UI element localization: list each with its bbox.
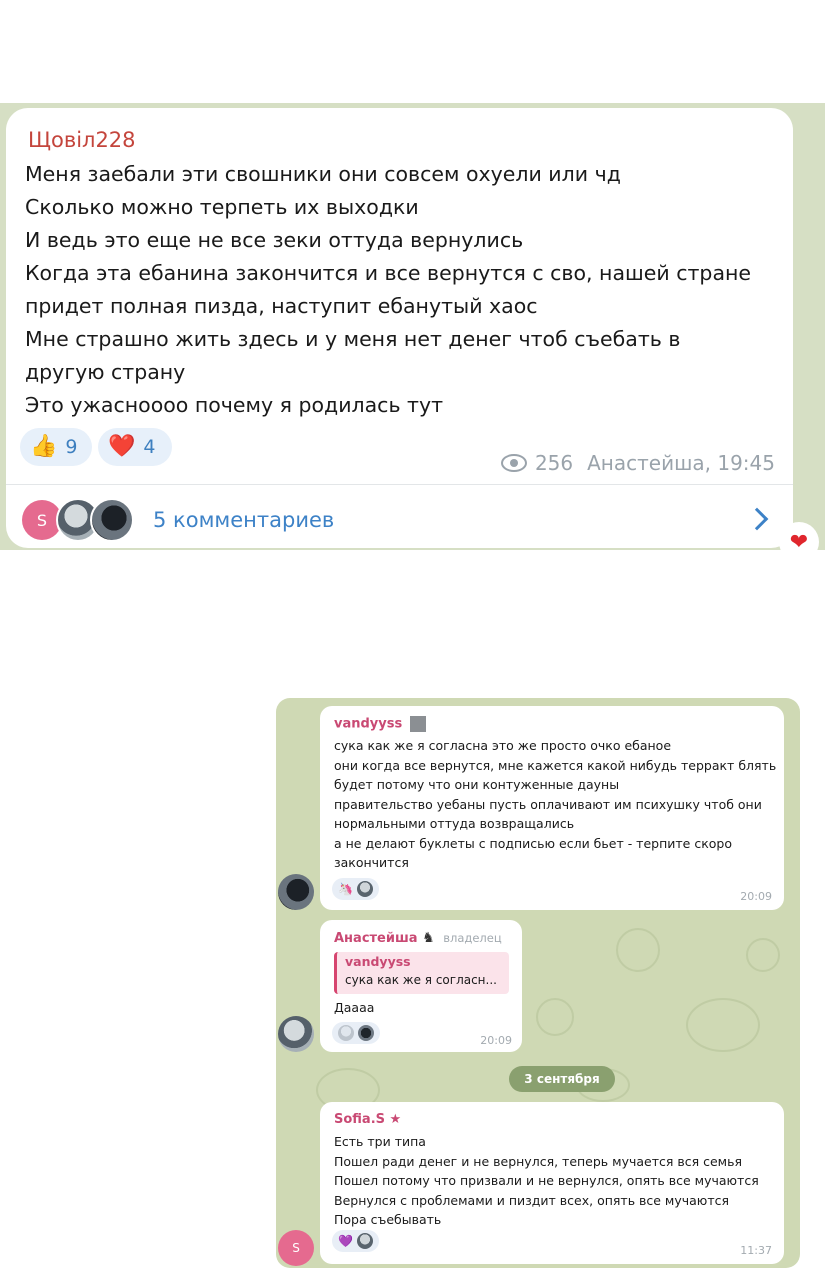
message-author[interactable]: vandyyss xyxy=(334,716,426,732)
unicorn-icon: 🦄 xyxy=(338,882,353,896)
owner-badge: владелец xyxy=(443,931,502,945)
message-line: правительство уебаны пусть оплачивают им… xyxy=(334,796,762,812)
post-line: другую страну xyxy=(25,360,186,384)
background-doodle xyxy=(686,998,760,1052)
message-reaction[interactable]: 🦄 xyxy=(332,878,379,900)
avatar[interactable]: S xyxy=(278,1230,314,1266)
message-line: нормальными оттуда возвращались xyxy=(334,816,575,831)
message-author-name: Анастейша xyxy=(334,931,418,946)
message-line: закончится xyxy=(334,855,409,870)
post-author[interactable]: Щовіл228 xyxy=(28,128,136,152)
reply-quote[interactable]: vandyyss сука как же я согласн... xyxy=(334,952,509,994)
avatar[interactable] xyxy=(278,874,314,910)
reactor-avatar xyxy=(356,1233,373,1249)
post-line: Когда эта ебанина закончится и все верну… xyxy=(25,261,752,285)
date-separator: 3 сентября xyxy=(509,1066,615,1092)
message-line: Вернулся с проблемами и пиздит всех, опя… xyxy=(334,1192,730,1208)
post-meta: 256 Анастейша, 19:45 xyxy=(500,451,775,475)
heart-reaction-badge-icon: ❤ xyxy=(779,522,819,562)
background-doodle xyxy=(536,998,574,1036)
post-line: Мне страшно жить здесь и у меня нет дене… xyxy=(25,327,681,351)
message-line: Пошел ради денег и не вернулся, теперь м… xyxy=(334,1153,742,1169)
message-line: будет потому что они контуженные дауны xyxy=(334,777,620,792)
message-text: Есть три типа Пошел ради денег и не верн… xyxy=(334,1132,759,1230)
message-text: Даааа xyxy=(334,1000,375,1015)
post-line: Это ужаснoooo почему я родилась тут xyxy=(25,393,444,417)
reaction-heart[interactable]: ❤️ 4 xyxy=(98,428,172,466)
background-doodle xyxy=(616,928,660,972)
channel-post: Щовіл228 Меня заебали эти свошники они с… xyxy=(6,108,793,548)
post-line: Меня заебали эти свошники они совсем оху… xyxy=(25,162,621,186)
message-line: они когда все вернутся, мне кажется како… xyxy=(334,757,777,773)
reaction-count: 9 xyxy=(65,436,78,458)
message-author-name: vandyyss xyxy=(334,716,403,732)
post-line: Сколько можно терпеть их выходки xyxy=(25,195,419,219)
reactor-avatar xyxy=(356,881,373,897)
message-line: Пора съебывать xyxy=(334,1212,442,1227)
chat-message: Sofia.S ★ Есть три типа Пошел ради денег… xyxy=(320,1102,784,1264)
message-line: сука как же я согласна это же просто очк… xyxy=(334,738,672,753)
reply-text: сука как же я согласн... xyxy=(345,973,497,987)
chat-message: Анастейша ♞ владелец vandyyss сука как ж… xyxy=(320,920,522,1052)
message-time: 11:37 xyxy=(740,1244,772,1257)
heart-icon: ❤️ xyxy=(108,434,136,459)
message-text: сука как же я согласна это же просто очк… xyxy=(334,736,776,873)
avatar[interactable] xyxy=(278,1016,314,1052)
message-author[interactable]: Анастейша ♞ владелец xyxy=(334,930,502,946)
message-line: Есть три типа xyxy=(334,1134,426,1149)
comments-row[interactable]: S 5 комментариев xyxy=(6,485,793,548)
message-line: Пошел потому что призвали и не вернулся,… xyxy=(334,1173,759,1188)
eye-icon xyxy=(500,454,527,472)
chat-view: vandyyss сука как же я согласна это же п… xyxy=(276,698,800,1268)
purple-heart-icon: 💜 xyxy=(338,1234,353,1248)
message-reaction[interactable]: 💜 xyxy=(332,1230,379,1252)
message-time: 20:09 xyxy=(480,1034,512,1047)
reaction-thumbs-up[interactable]: 👍 9 xyxy=(20,428,92,466)
commenter-avatar xyxy=(90,498,134,542)
view-count: 256 xyxy=(534,451,574,475)
emoji-status-icon xyxy=(409,716,426,732)
message-reaction[interactable] xyxy=(332,1022,380,1044)
thumbs-up-icon: 👍 xyxy=(30,434,58,459)
chat-message: vandyyss сука как же я согласна это же п… xyxy=(320,706,784,910)
post-signature-time: Анастейша, 19:45 xyxy=(587,451,775,475)
message-time: 20:09 xyxy=(740,890,772,903)
reactor-avatar xyxy=(338,1025,354,1041)
reply-author: vandyyss xyxy=(345,954,411,969)
post-line: И ведь это еще не все зеки оттуда вернул… xyxy=(25,228,524,252)
chevron-right-icon xyxy=(745,507,769,531)
comments-link[interactable]: 5 комментариев xyxy=(153,508,334,532)
message-line: а не делают буклеты с подписью если бьет… xyxy=(334,835,732,851)
post-text: Меня заебали эти свошники они совсем оху… xyxy=(25,158,785,422)
post-line: придет полная пизда, наступит ебанутый х… xyxy=(25,294,538,318)
reactor-avatar xyxy=(358,1025,374,1041)
message-author[interactable]: Sofia.S ★ xyxy=(334,1112,401,1127)
background-doodle xyxy=(746,938,780,972)
reaction-count: 4 xyxy=(143,436,156,458)
horse-icon: ♞ xyxy=(422,930,435,946)
